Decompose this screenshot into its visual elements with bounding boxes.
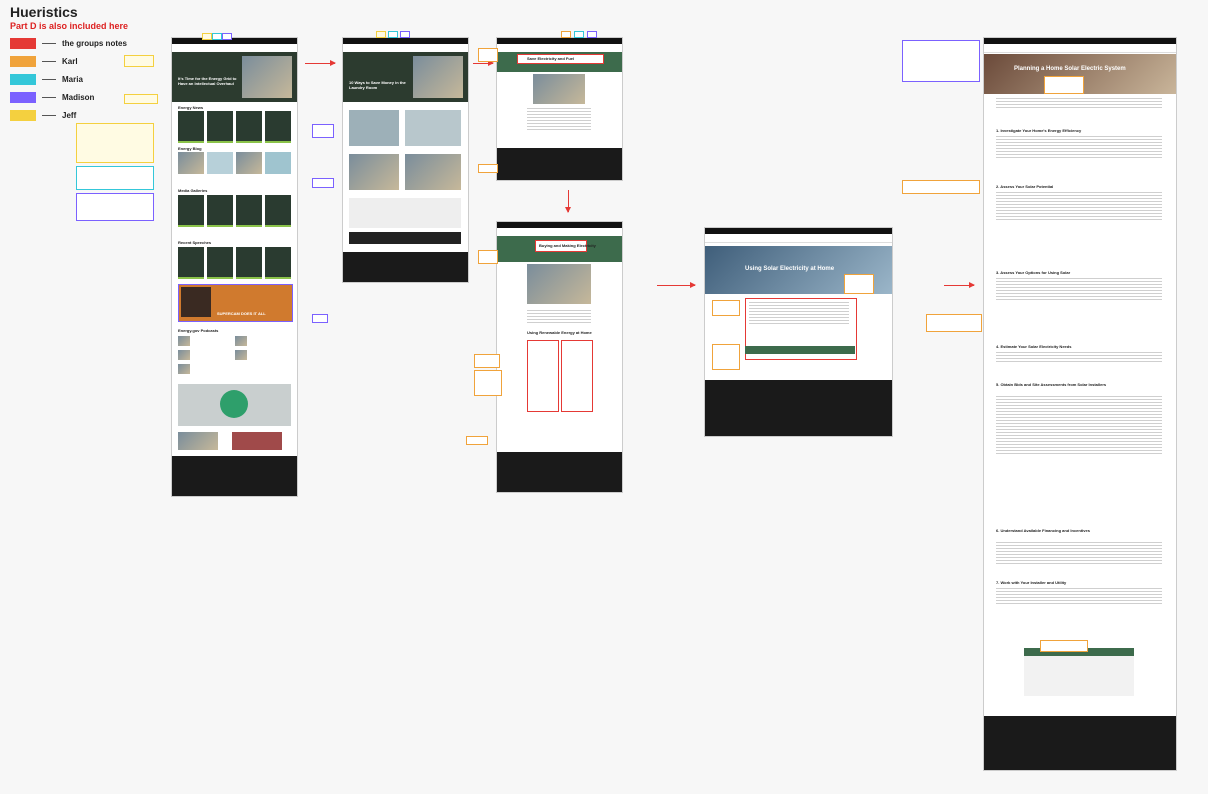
wireframe-laundry-article: 10 Ways to Save Money in the Laundry Roo… xyxy=(343,38,468,282)
sticky-note xyxy=(587,31,597,38)
sticky-note xyxy=(902,40,980,82)
hero-title: It's Time for the Energy Grid to Have an… xyxy=(178,76,237,86)
legend-swatch-purple xyxy=(10,91,36,103)
legend-title: Hueristics xyxy=(10,4,78,20)
sticky-note xyxy=(76,123,154,163)
sticky-note xyxy=(712,300,740,316)
legend-label: the groups notes xyxy=(62,38,127,48)
sticky-note xyxy=(312,314,328,323)
legend-item: the groups notes xyxy=(10,37,170,49)
section-title: Energy Blog xyxy=(178,146,202,151)
wireframe-save-electricity: Save Electricity and Fuel xyxy=(497,38,622,180)
section-title: 4. Estimate Your Solar Electricity Needs xyxy=(996,344,1072,349)
flow-arrow xyxy=(565,190,571,213)
sticky-note xyxy=(222,33,232,40)
legend-swatch-cyan xyxy=(10,73,36,85)
sticky-note xyxy=(574,31,584,38)
section-title: Using Renewable Energy at Home xyxy=(527,330,592,335)
section-title: 6. Understand Available Financing and In… xyxy=(996,528,1090,533)
section-title: 1. Investigate Your Home's Energy Effici… xyxy=(996,128,1082,133)
sticky-note xyxy=(478,250,498,264)
flow-arrow xyxy=(657,282,696,288)
legend-label: Karl xyxy=(62,56,78,66)
sticky-note xyxy=(124,55,154,67)
sticky-note xyxy=(124,94,158,104)
sticky-note xyxy=(376,31,386,38)
section-title: Energy.gov Podcasts xyxy=(178,328,219,333)
sticky-note xyxy=(1040,640,1088,652)
flow-arrow xyxy=(305,60,336,66)
legend-label: Madison xyxy=(62,92,95,102)
section-title: Energy News xyxy=(178,105,204,110)
legend-item: Maria xyxy=(10,73,170,85)
sticky-note xyxy=(478,164,498,173)
hero-title: Save Electricity and Fuel xyxy=(527,56,575,61)
hero-title: Buying and Making Electricity xyxy=(539,243,596,248)
sticky-note xyxy=(76,166,154,190)
hero-title: Using Solar Electricity at Home xyxy=(745,266,835,272)
legend-swatch-yellow xyxy=(10,109,36,121)
sticky-note xyxy=(1044,76,1084,94)
section-title: 5. Obtain Bids and Site Assessments from… xyxy=(996,382,1107,387)
section-title: 2. Assess Your Solar Potential xyxy=(996,184,1054,189)
sticky-note xyxy=(466,436,488,445)
wireframe-planning-solar: Planning a Home Solar Electric System 1.… xyxy=(984,38,1176,770)
sticky-note xyxy=(844,274,874,294)
sticky-note xyxy=(388,31,398,38)
flow-arrow xyxy=(473,60,494,66)
sticky-note xyxy=(474,370,502,396)
legend-label: Maria xyxy=(62,74,83,84)
wireframe-using-solar: Using Solar Electricity at Home xyxy=(705,228,892,436)
sticky-note xyxy=(400,31,410,38)
section-title: Recent Speeches xyxy=(178,240,212,245)
sticky-note xyxy=(474,354,500,368)
sticky-note xyxy=(312,124,334,138)
sticky-note xyxy=(478,48,498,62)
legend-subtitle: Part D is also included here xyxy=(10,21,129,31)
sticky-note xyxy=(902,180,980,194)
legend-item: Jeff xyxy=(10,109,170,121)
sticky-note xyxy=(202,33,212,40)
section-title: 7. Work with Your Installer and Utility xyxy=(996,580,1067,585)
section-title: 3. Assess Your Options for Using Solar xyxy=(996,270,1071,275)
sticky-note xyxy=(212,33,222,40)
legend-swatch-orange xyxy=(10,55,36,67)
flow-arrow xyxy=(944,282,975,288)
legend-label: Jeff xyxy=(62,110,77,120)
sticky-note xyxy=(712,344,740,370)
hero-title: Planning a Home Solar Electric System xyxy=(1014,66,1126,72)
sticky-note xyxy=(312,178,334,188)
wireframe-buying-electricity: Buying and Making Electricity Using Rene… xyxy=(497,222,622,492)
promo-title: SUPERCAM DOES IT ALL xyxy=(217,311,266,316)
wireframe-homepage: It's Time for the Energy Grid to Have an… xyxy=(172,38,297,496)
section-title: Media Galleries xyxy=(178,188,208,193)
sticky-note xyxy=(76,193,154,221)
legend-swatch-red xyxy=(10,37,36,49)
hero-title: 10 Ways to Save Money in the Laundry Roo… xyxy=(349,80,406,90)
sticky-note xyxy=(926,314,982,332)
sticky-note xyxy=(561,31,571,38)
